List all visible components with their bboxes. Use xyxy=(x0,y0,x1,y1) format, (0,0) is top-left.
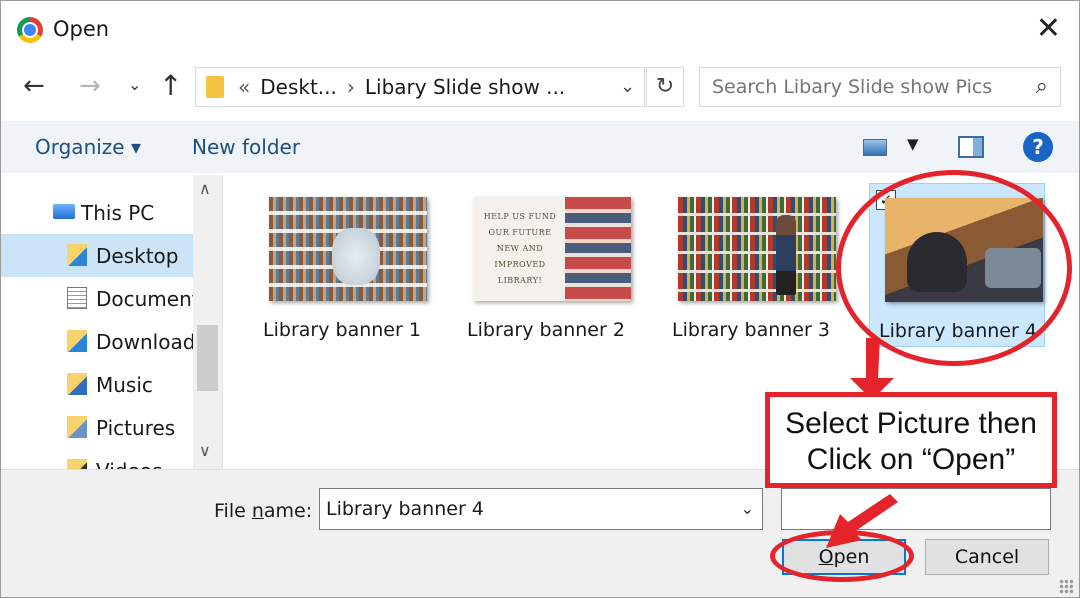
file-item-library-banner-2[interactable]: HELP US FUND OUR FUTURE NEW AND IMPROVED… xyxy=(458,183,634,347)
back-arrow-icon[interactable]: ← xyxy=(23,71,45,101)
organize-label: Organize xyxy=(35,135,125,159)
chrome-icon xyxy=(17,17,43,43)
breadcrumb-item-desktop[interactable]: Deskt... xyxy=(260,75,337,99)
folder-icon xyxy=(206,76,224,98)
up-arrow-icon[interactable]: ↑ xyxy=(159,69,182,102)
annotation-callout: Select Picture then Click on “Open” xyxy=(765,392,1057,488)
forward-arrow-icon[interactable]: → xyxy=(79,71,101,101)
downloads-icon xyxy=(67,330,87,352)
window-title: Open xyxy=(53,17,110,41)
annotation-circle-open-button xyxy=(770,530,914,582)
file-name-label: Library banner 2 xyxy=(467,319,625,341)
file-name-dropdown-chevron-icon[interactable]: ⌄ xyxy=(741,499,754,518)
search-box[interactable]: ⌕ xyxy=(699,67,1061,107)
sidebar-item-label: Desktop xyxy=(96,244,179,268)
videos-icon xyxy=(67,459,87,469)
address-dropdown-chevron-icon[interactable]: ⌄ xyxy=(620,76,635,97)
documents-icon xyxy=(67,287,87,309)
file-item-library-banner-1[interactable]: Library banner 1 xyxy=(254,183,430,347)
breadcrumb-separator-icon: › xyxy=(346,75,355,99)
new-folder-button[interactable]: New folder xyxy=(192,135,300,159)
file-name-label: File name: xyxy=(214,500,312,522)
sidebar-item-label: Documents xyxy=(96,287,193,311)
file-item-library-banner-3[interactable]: Library banner 3 xyxy=(663,183,839,347)
music-icon xyxy=(67,373,87,395)
file-name-label-part: File xyxy=(214,500,252,522)
view-options-caret-icon[interactable]: ▼ xyxy=(907,135,919,153)
breadcrumb: « Deskt... › Libary Slide show ... xyxy=(238,75,565,99)
resize-grip-icon[interactable] xyxy=(1059,579,1073,593)
sidebar-item-pictures[interactable]: Pictures xyxy=(1,406,193,449)
address-bar[interactable]: « Deskt... › Libary Slide show ... ⌄ xyxy=(195,67,645,107)
navigation-pane: This PC Desktop Documents Downloads Musi… xyxy=(1,175,223,469)
thumbnail-text: HELP US FUND OUR FUTURE NEW AND IMPROVED… xyxy=(483,212,557,285)
thumbnail-bookshelves xyxy=(678,197,836,301)
preview-pane-icon[interactable] xyxy=(958,136,984,158)
change-view-icon[interactable] xyxy=(863,139,887,156)
callout-line-1: Select Picture then xyxy=(785,407,1037,440)
sidebar-scrollbar[interactable]: ∧ ∨ xyxy=(193,175,222,469)
sidebar-item-label: Pictures xyxy=(96,416,176,440)
callout-line-2: Click on “Open” xyxy=(806,443,1016,476)
annotation-circle-selected-file xyxy=(836,170,1072,366)
recent-locations-chevron-icon[interactable]: ⌄ xyxy=(128,75,141,94)
desktop-folder-icon xyxy=(67,244,87,266)
file-name-label: Library banner 1 xyxy=(263,319,421,341)
file-name-access-key: n xyxy=(251,500,264,522)
pc-icon xyxy=(53,204,75,219)
sidebar-item-videos[interactable]: Videos xyxy=(1,449,193,469)
navigation-bar: ← → ⌄ ↑ « Deskt... › Libary Slide show ... … xyxy=(1,63,1079,111)
pictures-icon xyxy=(67,416,87,438)
scroll-up-chevron-icon[interactable]: ∧ xyxy=(199,179,211,198)
search-icon[interactable]: ⌕ xyxy=(1036,74,1048,99)
help-icon[interactable]: ? xyxy=(1023,132,1053,162)
file-name-label: Library banner 3 xyxy=(672,319,830,341)
scrollbar-thumb[interactable] xyxy=(197,325,218,391)
search-input[interactable] xyxy=(700,68,1020,106)
scroll-down-chevron-icon[interactable]: ∨ xyxy=(199,441,211,460)
cancel-button[interactable]: Cancel xyxy=(925,539,1049,575)
organize-menu-button[interactable]: Organize ▾ xyxy=(35,135,141,159)
organize-caret-icon: ▾ xyxy=(130,135,142,159)
sidebar-item-documents[interactable]: Documents xyxy=(1,277,193,320)
sidebar-item-music[interactable]: Music xyxy=(1,363,193,406)
file-type-filter[interactable] xyxy=(781,488,1051,530)
file-name-label-part: ame: xyxy=(263,500,313,522)
breadcrumb-item-current[interactable]: Libary Slide show ... xyxy=(365,75,565,99)
close-icon[interactable]: ✕ xyxy=(1036,11,1061,46)
sidebar-item-label: This PC xyxy=(81,201,155,225)
file-name-combobox[interactable]: ⌄ xyxy=(319,488,763,530)
dialog-footer: File name: ⌄ Open Cancel xyxy=(1,469,1079,597)
sidebar-item-label: Music xyxy=(96,373,153,397)
book-stack-image xyxy=(565,197,631,301)
sidebar-item-label: Downloads xyxy=(96,330,193,354)
sidebar-item-this-pc[interactable]: This PC xyxy=(1,191,193,234)
command-toolbar: Organize ▾ New folder ▼ ? xyxy=(1,121,1079,173)
breadcrumb-overflow[interactable]: « xyxy=(238,75,250,99)
sidebar-item-desktop[interactable]: Desktop xyxy=(1,234,193,277)
thumbnail-fundraising-banner: HELP US FUND OUR FUTURE NEW AND IMPROVED… xyxy=(473,197,631,301)
file-name-input[interactable] xyxy=(320,489,720,529)
title-bar: Open ✕ xyxy=(1,1,1079,59)
thumbnail-library-interior xyxy=(269,197,427,301)
refresh-icon[interactable]: ↻ xyxy=(646,67,684,107)
sidebar-item-downloads[interactable]: Downloads xyxy=(1,320,193,363)
sidebar-item-label: Videos xyxy=(96,459,162,469)
